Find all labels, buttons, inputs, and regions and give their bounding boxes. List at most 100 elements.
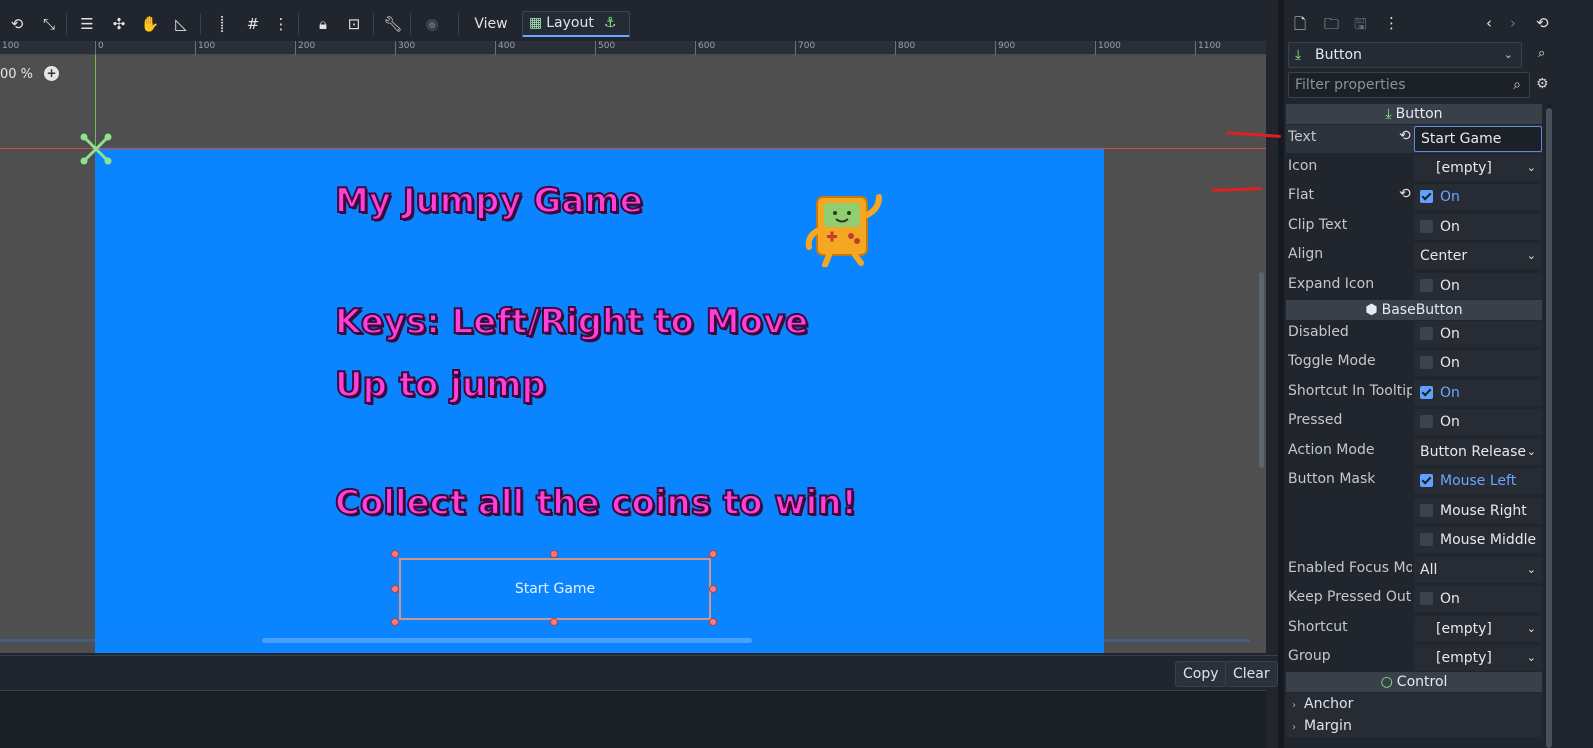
section-anchor[interactable]: › Anchor [1286,693,1542,715]
anchor-pivot-icon[interactable] [80,133,112,165]
save-icon[interactable]: 🖫︎ [1354,14,1367,39]
list-select-icon[interactable]: ☰ [76,12,98,36]
resize-handle-br[interactable] [709,618,717,626]
revert-icon[interactable]: ⟲ [1399,186,1411,202]
vertical-scrollbar[interactable] [1259,272,1264,468]
toggle-mode-checkbox[interactable]: On [1414,350,1542,376]
mouse-left-checkbox[interactable]: Mouse Left [1414,468,1542,494]
camera-icon[interactable]: ◉ [421,12,443,36]
horizontal-ruler[interactable]: 100 0 100 200 300 400 500 600 700 800 90… [0,41,1266,55]
checkbox-checked-icon [1420,386,1433,399]
resize-handle-l[interactable] [391,585,399,593]
godot-editor: ⟲ ⤡ ☰ ✣ ✋ ◺ ⸽ # ⋮ 🔒︎ ⊡ 🔧︎ ◉ View ▦ Layout… [0,0,1593,748]
pivot-mode-icon[interactable]: ✣ [108,12,130,36]
align-select[interactable]: Center ⌄ [1414,243,1542,269]
category-button[interactable]: ⤓ Button [1286,104,1542,124]
checkbox-icon [1420,592,1433,605]
ruler-tick: 800 [895,41,915,55]
expand-icon-checkbox[interactable]: On [1414,273,1542,299]
ruler-mode-icon[interactable]: ◺ [170,12,192,36]
section-margin[interactable]: › Margin [1286,715,1542,737]
copy-button[interactable]: Copy [1175,661,1227,687]
object-history-icon[interactable]: ⟲ [1536,14,1549,32]
mouse-middle-checkbox[interactable]: Mouse Middle [1414,527,1542,553]
flat-checkbox[interactable]: On [1414,184,1542,210]
new-resource-icon[interactable]: 🗋︎ [1294,14,1306,39]
filter-properties-input[interactable]: Filter properties ⌕ [1288,72,1530,98]
history-back-icon[interactable]: ‹ [1486,14,1492,32]
chevron-down-icon: ⌄ [1526,563,1536,576]
game-scene[interactable]: My Jumpy Game Keys: Left/Right to Move U… [95,149,1104,653]
view-menu[interactable]: View [470,12,512,36]
prop-button-mask-middle: Mouse Middle [1286,526,1542,554]
group-resource-picker[interactable]: [empty] ⌄ [1414,645,1542,671]
text-input[interactable]: Start Game [1414,126,1542,152]
shortcut-in-tooltip-checkbox[interactable]: On [1414,380,1542,406]
icon-resource-picker[interactable]: [empty] ⌄ [1414,155,1542,181]
prop-align: Align Center ⌄ [1286,242,1542,270]
snap-options-icon[interactable]: ⋮ [273,12,289,36]
scale-mode-icon[interactable]: ⤡ [38,12,60,36]
prop-label: Align [1288,246,1324,262]
ruler-tick: 600 [695,41,715,55]
canvas-viewport[interactable]: 00 % + My Jumpy Game Keys: Left/Right to… [0,55,1266,653]
ruler-tick: 200 [295,41,315,55]
game-title[interactable]: My Jumpy Game [334,180,644,222]
anchor-icon: ⚓︎ [603,15,617,31]
resize-handle-r[interactable] [709,585,717,593]
enabled-focus-mode-select[interactable]: All ⌄ [1414,557,1542,583]
resize-handle-bl[interactable] [391,618,399,626]
prop-icon: Icon [empty] ⌄ [1286,154,1542,182]
toolbar-separator [373,13,374,35]
inspector-scroll-thumb[interactable] [1546,108,1552,748]
smart-snap-icon[interactable]: ⸽ [211,12,233,36]
clip-text-checkbox[interactable]: On [1414,214,1542,240]
chevron-down-icon: ⌄ [1503,48,1513,61]
resize-handle-tr[interactable] [709,550,717,558]
mouse-right-checkbox[interactable]: Mouse Right [1414,498,1542,524]
layout-label: Layout [546,15,594,31]
resize-handle-b[interactable] [550,618,558,626]
horizontal-scrollbar[interactable] [262,638,752,643]
node-type-selector[interactable]: ⤓ Button ⌄ [1288,42,1522,68]
resize-handle-t[interactable] [550,550,558,558]
docs-search-icon[interactable]: ⌕ [1538,46,1545,61]
prop-button-mask-right: Mouse Right [1286,497,1542,525]
lock-icon[interactable]: 🔒︎ [312,12,334,36]
rotate-mode-icon[interactable]: ⟲ [6,12,28,36]
category-control[interactable]: ○ Control [1286,672,1542,692]
disabled-checkbox[interactable]: On [1414,321,1542,347]
clear-button[interactable]: Clear [1225,661,1278,687]
open-folder-icon[interactable]: 🗀︎ [1324,14,1339,39]
grid-snap-icon[interactable]: # [242,12,264,36]
prop-label: Group [1288,648,1331,664]
control-node-icon: ○ [1380,674,1393,690]
pressed-checkbox[interactable]: On [1414,409,1542,435]
start-game-button[interactable]: Start Game [399,558,711,620]
inspector-tools-icon[interactable]: ⚙ [1536,76,1549,92]
layout-menu[interactable]: ▦ Layout ⚓︎ [522,11,630,37]
zoom-in-icon[interactable]: + [44,66,59,81]
output-log[interactable] [0,690,1266,748]
pan-mode-icon[interactable]: ✋ [139,12,161,36]
action-mode-select[interactable]: Button Release ⌄ [1414,439,1542,465]
shortcut-resource-picker[interactable]: [empty] ⌄ [1414,616,1542,642]
instructions-jump[interactable]: Up to jump [334,364,547,406]
cube-icon: ⬢ [1365,302,1378,318]
ruler-tick: 1100 [1195,41,1221,55]
more-options-icon[interactable]: ⋮ [1384,14,1399,32]
mascot-sprite[interactable] [803,191,887,267]
instructions-goal[interactable]: Collect all the coins to win! [334,482,858,524]
resize-handle-tl[interactable] [391,550,399,558]
instructions-move[interactable]: Keys: Left/Right to Move [334,301,809,343]
search-icon: ⌕ [1513,77,1521,93]
bone-icon[interactable]: 🔧︎ [382,12,404,36]
toolbar-separator [298,13,299,35]
history-forward-icon[interactable]: › [1510,14,1516,32]
category-basebutton[interactable]: ⬢ BaseButton [1286,300,1542,320]
zoom-level[interactable]: 00 % [0,67,33,82]
group-icon[interactable]: ⊡ [343,12,365,36]
inspector-scrollbar[interactable] [1546,104,1552,748]
keep-pressed-outside-checkbox[interactable]: On [1414,586,1542,612]
revert-icon[interactable]: ⟲ [1399,128,1411,144]
